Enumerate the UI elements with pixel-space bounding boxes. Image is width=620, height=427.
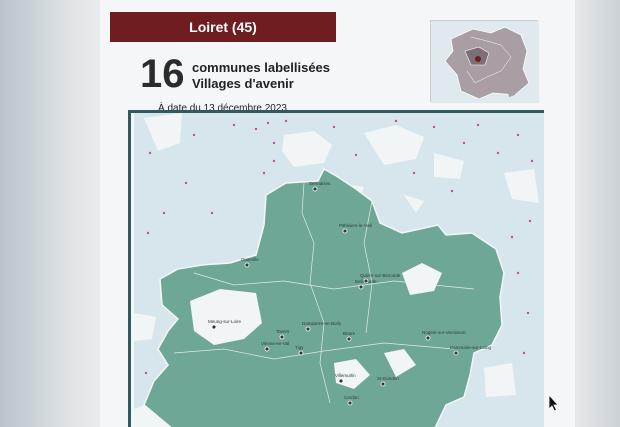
- commune-label: Dampierre-en-Burly: [302, 321, 342, 326]
- neighbour-dot: [332, 125, 336, 129]
- neighbour-dot: [526, 311, 530, 315]
- commune-label: Meung-sur-Loire: [208, 319, 242, 324]
- commune-marker: [453, 350, 459, 356]
- neighbour-dot: [496, 151, 500, 155]
- commune-marker: [279, 334, 285, 340]
- commune-label: Quiers-sur-Bezonde: [360, 273, 401, 278]
- commune-label: Cerdon: [344, 395, 359, 400]
- neighbour-dot: [516, 133, 520, 137]
- commune-marker: [346, 336, 352, 342]
- commune-label: Tigy: [295, 345, 304, 350]
- commune-marker: [264, 346, 270, 352]
- commune-marker: [347, 400, 353, 406]
- mouse-cursor-icon: [548, 394, 559, 412]
- department-banner: Loiret (45): [110, 12, 336, 42]
- commune-marker: [298, 350, 304, 356]
- subtitle-line-2: Villages d'avenir: [192, 76, 294, 91]
- commune-marker: [380, 381, 386, 387]
- commune-label: Nogent-sur-Vernisson: [422, 330, 466, 335]
- neighbour-dot: [162, 211, 166, 215]
- commune-marker: [342, 228, 348, 234]
- neighbour-dot: [262, 171, 266, 175]
- neighbour-dot: [146, 231, 150, 235]
- neighbour-dot: [530, 159, 534, 163]
- neighbour-dot: [192, 133, 196, 137]
- commune-label: Villemurlin: [335, 373, 356, 378]
- neighbour-dot: [266, 121, 270, 125]
- commune-marker: [211, 324, 217, 330]
- commune-label: Pithiviers-le-Vieil: [339, 223, 372, 228]
- neighbour-dot: [144, 371, 148, 375]
- commune-marker: [305, 326, 311, 332]
- commune-marker: [425, 335, 431, 341]
- neighbour-dot: [184, 181, 188, 185]
- commune-marker: [363, 278, 369, 284]
- neighbour-dot: [528, 219, 532, 223]
- neighbour-dot: [148, 151, 152, 155]
- neighbour-dot: [412, 171, 416, 175]
- neighbour-dot: [284, 119, 288, 123]
- neighbour-dot: [272, 159, 276, 163]
- neighbour-dot: [516, 271, 520, 275]
- commune-label: Tavers: [276, 329, 290, 334]
- neighbour-dot: [522, 351, 526, 355]
- neighbour-dot: [394, 119, 398, 123]
- neighbour-dot: [232, 123, 236, 127]
- commune-marker: [312, 186, 318, 192]
- monitor-bezel-right: [575, 0, 620, 427]
- loiret-map: SermaisesPithiviers-le-VieilOuarvilleBel…: [134, 113, 544, 427]
- commune-label: Ouarville: [241, 257, 259, 262]
- neighbour-dot: [476, 123, 480, 127]
- neighbour-dot: [272, 141, 276, 145]
- subtitle-line-1: communes labellisées: [192, 60, 331, 75]
- commune-marker: [338, 378, 344, 384]
- commune-label: Sermaises: [309, 181, 331, 186]
- neighbour-dot: [210, 211, 214, 215]
- monitor-bezel-left: [0, 0, 100, 427]
- map-frame: SermaisesPithiviers-le-VieilOuarvilleBel…: [128, 110, 544, 427]
- document-page: Loiret (45) 16 communes labellisées Vill…: [100, 0, 575, 427]
- subtitle: communes labellisées Villages d'avenir: [192, 60, 330, 92]
- neighbour-dot: [450, 189, 454, 193]
- neighbour-dot: [462, 141, 466, 145]
- commune-label: Briare: [343, 331, 356, 336]
- neighbour-dot: [510, 235, 514, 239]
- neighbour-dot: [354, 153, 358, 157]
- france-locator-map: [430, 20, 539, 103]
- neighbour-dot: [254, 127, 258, 131]
- commune-label: Dammarie-sur-Loing: [450, 345, 492, 350]
- commune-count: 16: [140, 52, 185, 96]
- neighbour-dot: [432, 125, 436, 129]
- loiret-locator-dot: [475, 56, 481, 62]
- commune-marker: [358, 284, 364, 290]
- commune-marker: [244, 262, 250, 268]
- commune-label: St-Gondon: [377, 376, 399, 381]
- commune-label: Vienne-en-Val: [261, 341, 289, 346]
